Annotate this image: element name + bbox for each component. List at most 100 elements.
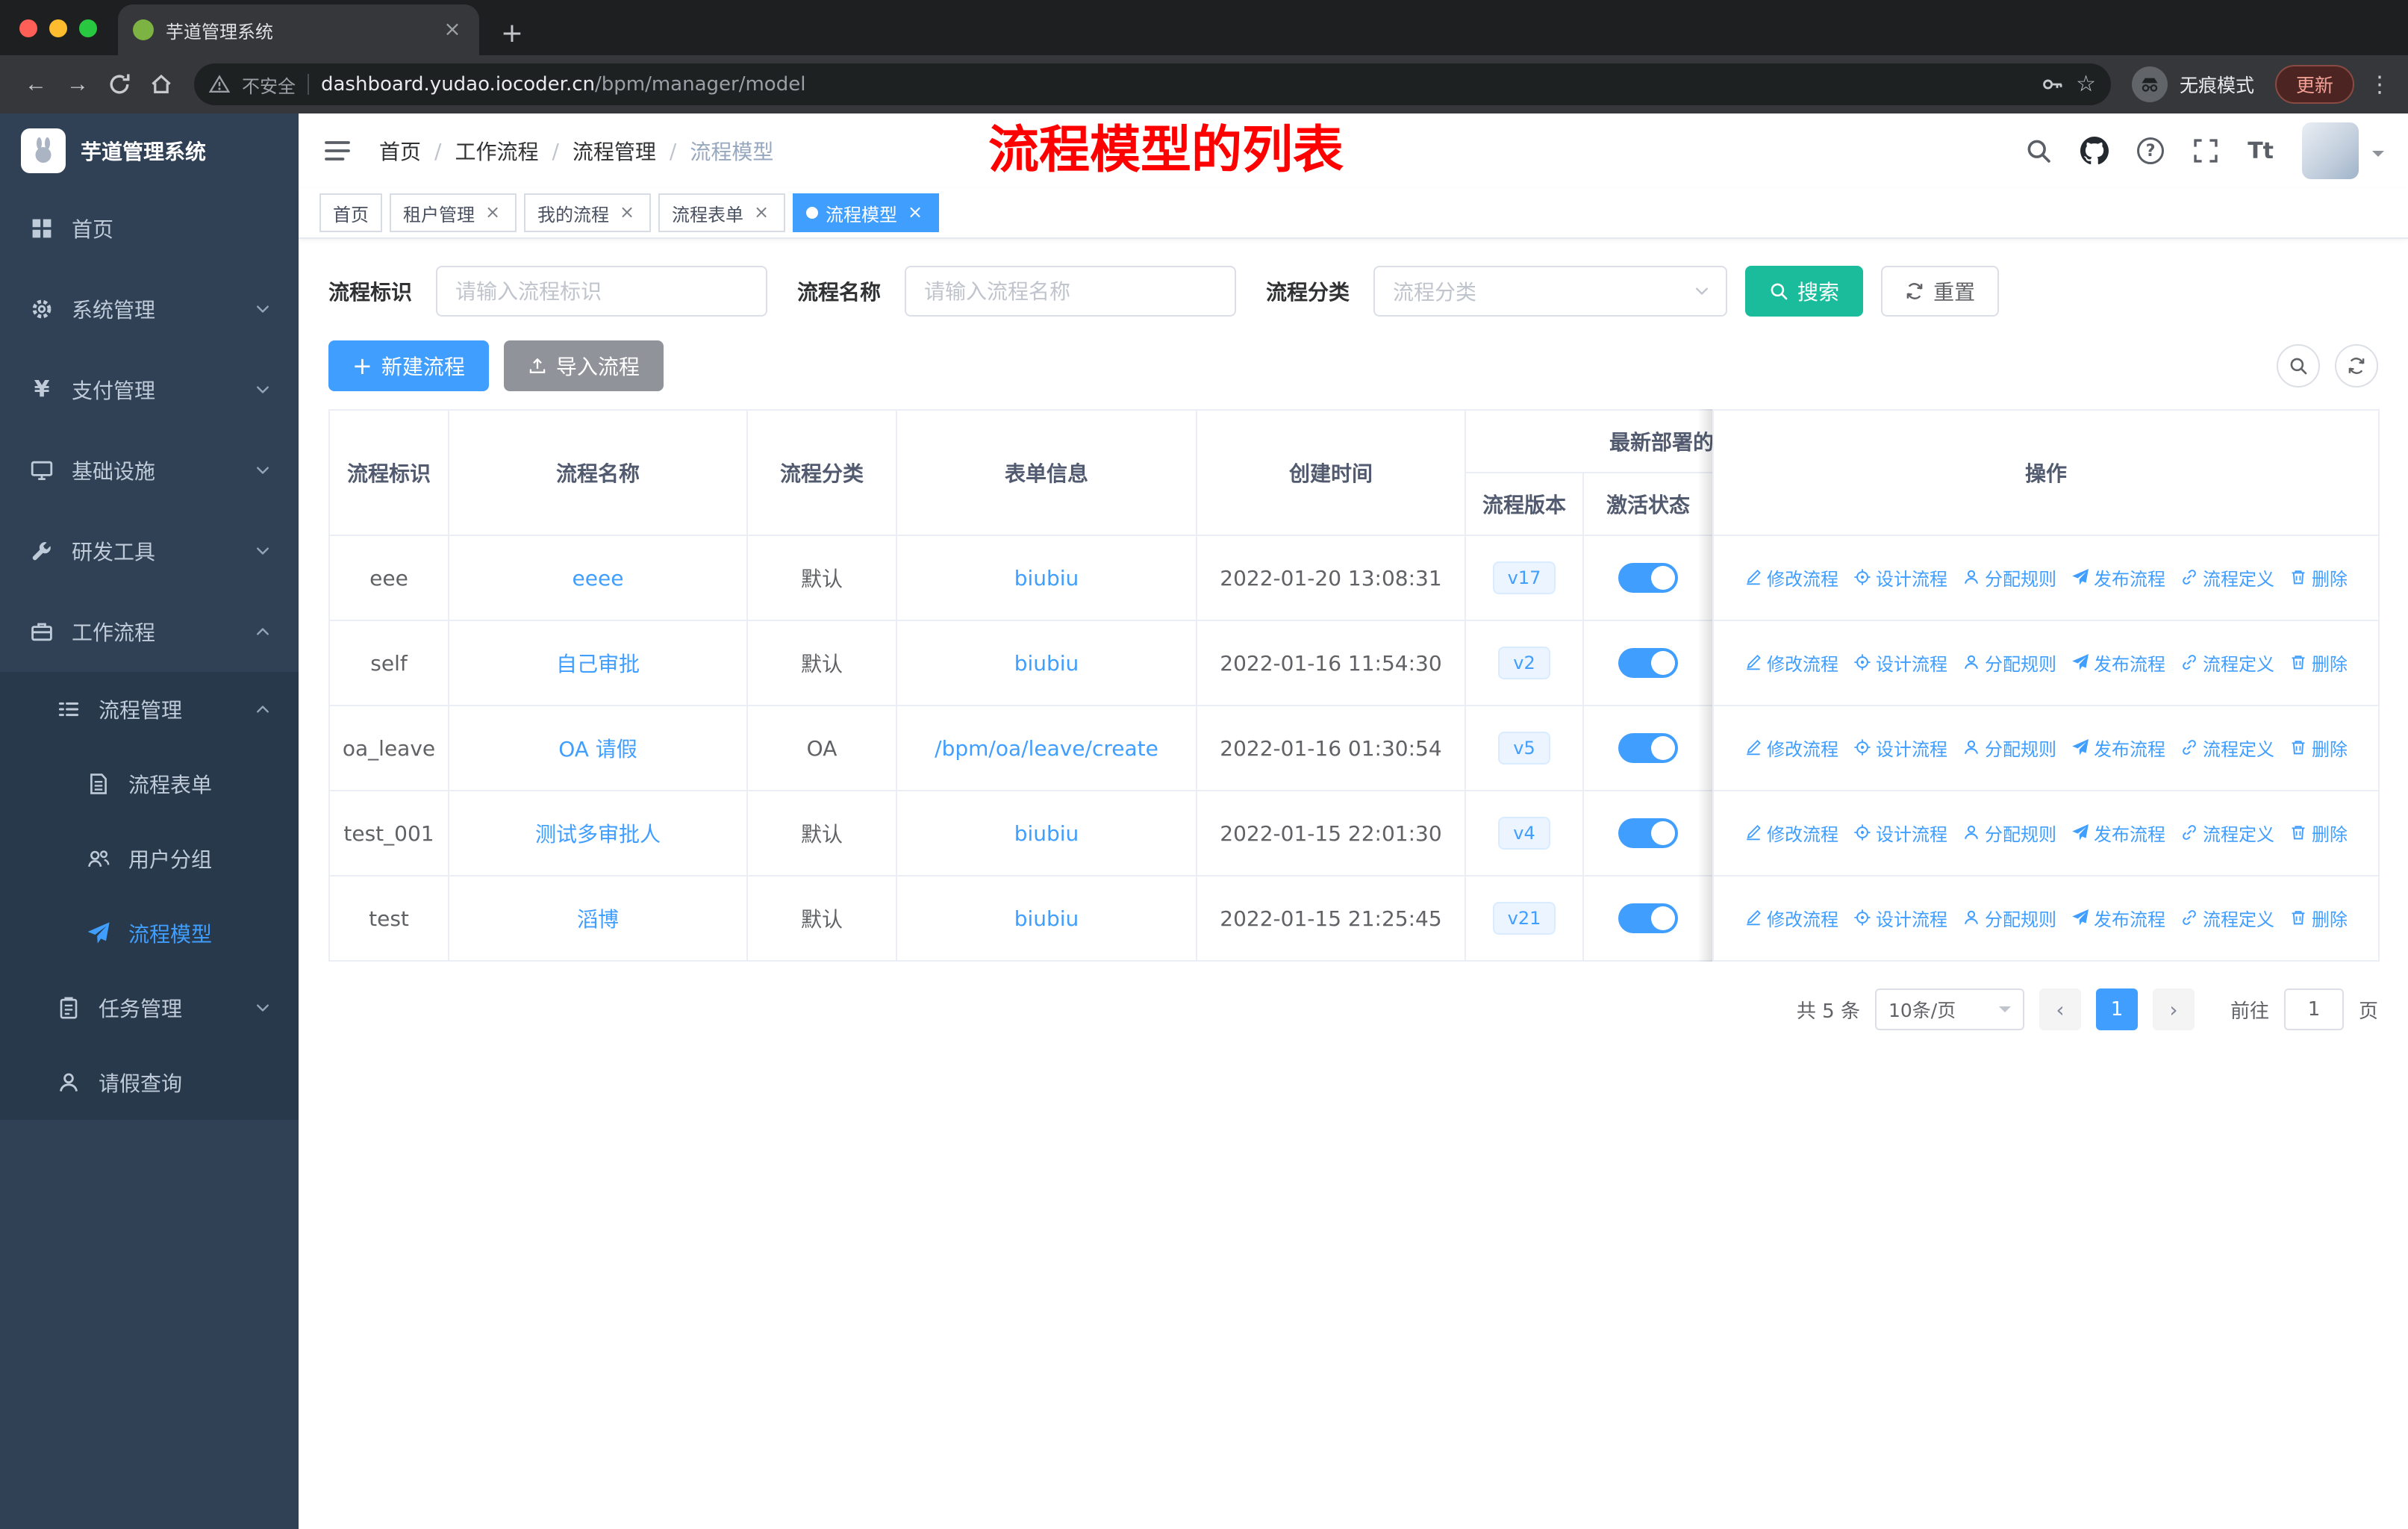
active-toggle[interactable]	[1618, 903, 1678, 933]
process-name-link[interactable]: OA 请假	[558, 737, 637, 762]
browser-update-button[interactable]: 更新	[2274, 65, 2354, 104]
action-assign-rules[interactable]: 分配规则	[1962, 650, 2056, 676]
browser-menu-icon[interactable]: ⋮	[2366, 72, 2393, 98]
action-process-definition[interactable]: 流程定义	[2180, 650, 2274, 676]
refresh-table-button[interactable]	[2335, 344, 2378, 387]
not-secure-icon[interactable]	[209, 74, 230, 95]
action-delete[interactable]: 删除	[2289, 905, 2348, 931]
action-edit-process[interactable]: 修改流程	[1744, 905, 1838, 931]
sidebar-item-process-form[interactable]: 流程表单	[0, 747, 299, 821]
action-design-process[interactable]: 设计流程	[1853, 735, 1947, 761]
help-icon[interactable]: ?	[2137, 137, 2165, 164]
sidebar-item-infra[interactable]: 基础设施	[0, 430, 299, 511]
breadcrumb-item[interactable]: 首页	[379, 136, 421, 166]
back-button[interactable]: ←	[15, 63, 57, 105]
github-icon[interactable]	[2080, 137, 2109, 165]
form-info-link[interactable]: biubiu	[1014, 906, 1079, 931]
create-process-button[interactable]: + 新建流程	[328, 340, 489, 391]
passwords-key-icon[interactable]	[2042, 73, 2064, 96]
action-assign-rules[interactable]: 分配规则	[1962, 820, 2056, 846]
sidebar-item-devtools[interactable]: 研发工具	[0, 511, 299, 591]
sidebar-item-system[interactable]: 系统管理	[0, 269, 299, 349]
prev-page-button[interactable]: ‹	[2039, 988, 2081, 1030]
active-toggle[interactable]	[1618, 563, 1678, 593]
action-delete[interactable]: 删除	[2289, 564, 2348, 591]
form-info-link[interactable]: biubiu	[1014, 821, 1079, 846]
sidebar-item-workflow[interactable]: 工作流程	[0, 591, 299, 672]
tag-close-icon[interactable]: ×	[905, 202, 926, 223]
action-design-process[interactable]: 设计流程	[1853, 650, 1947, 676]
action-delete[interactable]: 删除	[2289, 650, 2348, 676]
address-bar[interactable]: 不安全 dashboard.yudao.iocoder.cn/bpm/manag…	[194, 63, 2111, 105]
action-design-process[interactable]: 设计流程	[1853, 820, 1947, 846]
action-publish-process[interactable]: 发布流程	[2071, 564, 2165, 591]
sidebar-item-process-management[interactable]: 流程管理	[0, 672, 299, 747]
tag-close-icon[interactable]: ×	[482, 202, 503, 223]
action-publish-process[interactable]: 发布流程	[2071, 735, 2165, 761]
action-publish-process[interactable]: 发布流程	[2071, 650, 2165, 676]
user-avatar[interactable]	[2302, 122, 2359, 179]
sidebar-item-task-management[interactable]: 任务管理	[0, 971, 299, 1045]
action-delete[interactable]: 删除	[2289, 820, 2348, 846]
browser-tab[interactable]: 芋道管理系统 ×	[118, 4, 479, 55]
process-name-link[interactable]: 滔博	[577, 907, 619, 932]
action-process-definition[interactable]: 流程定义	[2180, 905, 2274, 931]
sidebar-item-payment[interactable]: ¥ 支付管理	[0, 349, 299, 430]
tag-process-model[interactable]: 流程模型 ×	[793, 193, 939, 232]
form-info-link[interactable]: biubiu	[1014, 566, 1079, 591]
tag-process-form[interactable]: 流程表单 ×	[658, 193, 785, 232]
menu-fold-icon[interactable]	[322, 136, 352, 166]
goto-page-input[interactable]	[2283, 988, 2344, 1030]
new-tab-button[interactable]: +	[491, 10, 533, 55]
action-delete[interactable]: 删除	[2289, 735, 2348, 761]
page-size-select[interactable]: 10条/页	[1874, 988, 2024, 1030]
tag-close-icon[interactable]: ×	[751, 202, 772, 223]
process-id-input[interactable]	[436, 266, 768, 317]
active-toggle[interactable]	[1618, 648, 1678, 678]
current-page-button[interactable]: 1	[2095, 988, 2138, 1030]
breadcrumb-item[interactable]: 工作流程	[455, 136, 538, 166]
action-edit-process[interactable]: 修改流程	[1744, 650, 1838, 676]
action-design-process[interactable]: 设计流程	[1853, 905, 1947, 931]
active-toggle[interactable]	[1618, 733, 1678, 763]
action-design-process[interactable]: 设计流程	[1853, 564, 1947, 591]
home-button[interactable]	[140, 63, 182, 105]
reload-button[interactable]	[99, 63, 140, 105]
action-process-definition[interactable]: 流程定义	[2180, 735, 2274, 761]
breadcrumb-item[interactable]: 流程管理	[573, 136, 656, 166]
form-info-link[interactable]: /bpm/oa/leave/create	[935, 736, 1158, 761]
process-name-input[interactable]	[905, 266, 1237, 317]
traffic-light-close[interactable]	[19, 19, 37, 37]
search-button[interactable]: 搜索	[1745, 266, 1864, 317]
action-process-definition[interactable]: 流程定义	[2180, 820, 2274, 846]
tag-my-process[interactable]: 我的流程 ×	[524, 193, 651, 232]
tag-close-icon[interactable]: ×	[617, 202, 637, 223]
bookmark-star-icon[interactable]: ☆	[2076, 73, 2096, 96]
action-assign-rules[interactable]: 分配规则	[1962, 905, 2056, 931]
action-assign-rules[interactable]: 分配规则	[1962, 564, 2056, 591]
toggle-search-button[interactable]	[2277, 344, 2320, 387]
action-edit-process[interactable]: 修改流程	[1744, 564, 1838, 591]
form-info-link[interactable]: biubiu	[1014, 651, 1079, 676]
fullscreen-icon[interactable]	[2192, 137, 2219, 164]
next-page-button[interactable]: ›	[2152, 988, 2195, 1030]
tag-tenant-management[interactable]: 租户管理 ×	[390, 193, 517, 232]
font-size-icon[interactable]: Tt	[2248, 138, 2274, 164]
action-process-definition[interactable]: 流程定义	[2180, 564, 2274, 591]
traffic-light-minimize[interactable]	[49, 19, 67, 37]
action-publish-process[interactable]: 发布流程	[2071, 820, 2165, 846]
forward-button[interactable]: →	[57, 63, 99, 105]
tab-close-icon[interactable]: ×	[440, 18, 464, 42]
active-toggle[interactable]	[1618, 818, 1678, 848]
sidebar-item-leave-query[interactable]: 请假查询	[0, 1045, 299, 1120]
reset-button[interactable]: 重置	[1881, 266, 2000, 317]
action-edit-process[interactable]: 修改流程	[1744, 735, 1838, 761]
action-assign-rules[interactable]: 分配规则	[1962, 735, 2056, 761]
process-name-link[interactable]: eeee	[573, 566, 624, 591]
process-name-link[interactable]: 测试多审批人	[535, 822, 661, 847]
traffic-light-zoom[interactable]	[79, 19, 97, 37]
search-icon[interactable]	[2025, 137, 2052, 164]
action-publish-process[interactable]: 发布流程	[2071, 905, 2165, 931]
tag-home[interactable]: 首页	[319, 193, 382, 232]
sidebar-item-home[interactable]: 首页	[0, 188, 299, 269]
